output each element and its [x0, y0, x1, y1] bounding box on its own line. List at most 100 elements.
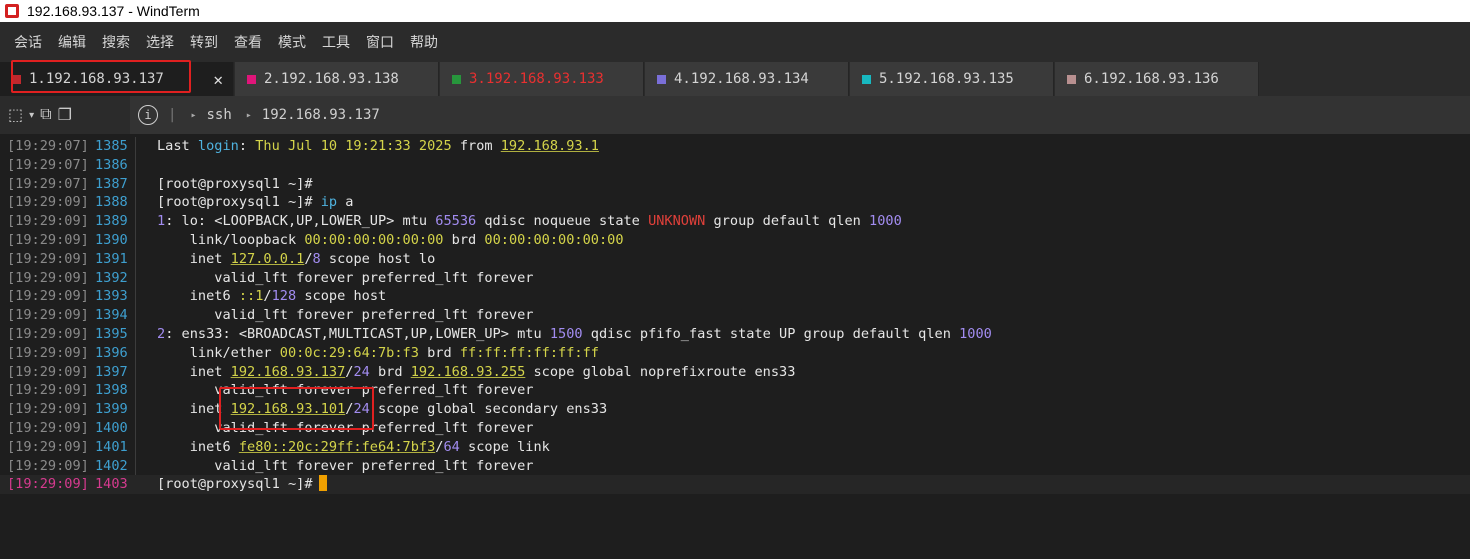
gutter-divider [135, 137, 136, 475]
menu-item-9[interactable]: 帮助 [402, 32, 446, 52]
terminal-line: [19:29:07] 1385 Last login: Thu Jul 10 19:… [0, 137, 1470, 156]
chevron-right-icon: ▸ [190, 109, 197, 121]
duplicate-icon[interactable]: ⧉ [40, 106, 51, 124]
path-protocol[interactable]: ssh [206, 107, 231, 123]
tab-label: 3.192.168.93.133 [469, 71, 604, 87]
line-timestamp: [19:29:09] [7, 476, 89, 493]
line-number: 1396 [95, 344, 128, 361]
line-timestamp: [19:29:09] [7, 420, 89, 436]
terminal-line: [19:29:07] 1386 [0, 156, 1470, 175]
title-bar: 192.168.93.137 - WindTerm [0, 0, 1470, 22]
line-text: link/loopback 00:00:00:00:00:00 brd 00:0… [157, 232, 624, 248]
line-text: valid_lft forever preferred_lft forever [157, 269, 534, 286]
tab-label: 4.192.168.93.134 [674, 71, 809, 87]
menu-item-1[interactable]: 编辑 [50, 32, 94, 52]
line-text: [root@proxysql1 ~]# ip a [157, 194, 354, 211]
line-number: 1395 [95, 326, 128, 342]
copy-session-icon[interactable]: ❐ [58, 105, 72, 125]
terminal-line: [19:29:09] 1397 inet 192.168.93.137/24 br… [0, 363, 1470, 382]
menu-item-4[interactable]: 转到 [182, 32, 226, 52]
line-timestamp: [19:29:09] [7, 438, 89, 455]
tab-color-swatch [247, 74, 256, 84]
line-number: 1397 [95, 363, 128, 380]
line-timestamp: [19:29:09] [7, 326, 89, 342]
line-timestamp: [19:29:09] [7, 288, 89, 305]
line-text: valid_lft forever preferred_lft forever [157, 457, 534, 474]
tab-session-2[interactable]: 2.192.168.93.138 [235, 62, 439, 96]
line-text: Last login: Thu Jul 10 19:21:33 2025 fro… [157, 138, 599, 154]
terminal-line: [19:29:07] 1387 [root@proxysql1 ~]# [0, 175, 1470, 194]
toolbar-icons: ⬚ ▾ ⧉ ❐ [0, 96, 130, 134]
line-number: 1393 [95, 288, 128, 305]
line-number: 1403 [95, 476, 128, 493]
window-title: 192.168.93.137 - WindTerm [27, 3, 200, 19]
windterm-logo-icon [5, 4, 19, 18]
line-text: [root@proxysql1 ~]# [157, 475, 327, 494]
terminal-line: [19:29:09] 1393 inet6 ::1/128 scope host [0, 287, 1470, 306]
info-icon[interactable]: i [138, 105, 158, 125]
tab-bar: 1.192.168.93.137 ✕ 2.192.168.93.138 3.192.1… [0, 62, 1470, 96]
path-host[interactable]: 192.168.93.137 [262, 107, 380, 123]
tab-color-swatch [862, 74, 871, 84]
line-text: 1: lo: <LOOPBACK,UP,LOWER_UP> mtu 65536 … [157, 213, 902, 230]
line-timestamp: [19:29:09] [7, 269, 89, 286]
line-text: link/ether 00:0c:29:64:7b:f3 brd ff:ff:f… [157, 344, 599, 361]
terminal-cursor [318, 475, 327, 492]
line-text: inet 127.0.0.1/8 scope host lo [157, 250, 436, 267]
terminal-line: [19:29:09] 1396 link/ether 00:0c:29:64:7b… [0, 344, 1470, 363]
tab-color-swatch [452, 74, 461, 84]
tab-color-swatch [657, 74, 666, 84]
menu-item-6[interactable]: 模式 [270, 32, 314, 52]
terminal-line: [19:29:09] 1388 [root@proxysql1 ~]# ip a [0, 193, 1470, 212]
line-number: 1400 [95, 420, 128, 436]
tab-session-6[interactable]: 6.192.168.93.136 [1055, 62, 1259, 96]
menu-item-5[interactable]: 查看 [226, 32, 270, 52]
tab-session-4[interactable]: 4.192.168.93.134 [645, 62, 849, 96]
line-text: inet 192.168.93.137/24 brd 192.168.93.25… [157, 363, 796, 380]
terminal-line: [19:29:09] 1390 link/loopback 00:00:00:00… [0, 231, 1470, 250]
menu-item-8[interactable]: 窗口 [358, 32, 402, 52]
line-number: 1399 [95, 401, 128, 418]
terminal-line: [19:29:09] 1389 1: lo: <LOOPBACK,UP,LOWER_… [0, 212, 1470, 231]
line-number: 1390 [95, 232, 128, 248]
terminal-line: [19:29:09] 1392 valid_lft forever preferr… [0, 269, 1470, 288]
secondary-ip-annotation-box [219, 387, 374, 430]
menu-item-2[interactable]: 搜索 [94, 32, 138, 52]
line-number: 1387 [95, 175, 128, 192]
line-timestamp: [19:29:09] [7, 457, 89, 474]
dropdown-icon[interactable]: ▾ [29, 110, 34, 121]
menu-item-7[interactable]: 工具 [314, 32, 358, 52]
tab-label: 5.192.168.93.135 [879, 71, 1014, 87]
line-timestamp: [19:29:09] [7, 194, 89, 211]
line-number: 1402 [95, 457, 128, 474]
line-number: 1394 [95, 307, 128, 324]
line-timestamp: [19:29:09] [7, 232, 89, 248]
line-number: 1389 [95, 213, 128, 230]
line-text: [root@proxysql1 ~]# [157, 175, 313, 192]
line-timestamp: [19:29:09] [7, 382, 89, 399]
line-number: 1391 [95, 250, 128, 267]
menu-item-0[interactable]: 会话 [6, 32, 50, 52]
line-number: 1392 [95, 269, 128, 286]
menu-item-3[interactable]: 选择 [138, 32, 182, 52]
chevron-right-icon: ▸ [245, 109, 252, 121]
terminal-output[interactable]: [19:29:07] 1385 Last login: Thu Jul 10 19:… [0, 134, 1470, 559]
line-timestamp: [19:29:07] [7, 156, 89, 173]
line-timestamp: [19:29:09] [7, 307, 89, 324]
tab-color-swatch [1067, 74, 1076, 84]
line-number: 1388 [95, 194, 128, 211]
line-number: 1398 [95, 382, 128, 399]
terminal-line: [19:29:09] 1401 inet6 fe80::20c:29ff:fe64… [0, 438, 1470, 457]
active-tab-annotation-box [11, 60, 191, 93]
line-timestamp: [19:29:09] [7, 363, 89, 380]
tab-session-5[interactable]: 5.192.168.93.135 [850, 62, 1054, 96]
new-tab-icon[interactable]: ⬚ [8, 105, 23, 125]
separator: | [168, 107, 177, 123]
tab-label: 2.192.168.93.138 [264, 71, 399, 87]
terminal-line: [19:29:09] 1391 inet 127.0.0.1/8 scope ho… [0, 250, 1470, 269]
terminal-line: [19:29:09] 1403 [root@proxysql1 ~]# [0, 475, 1470, 495]
close-tab-icon[interactable]: ✕ [213, 70, 223, 89]
line-timestamp: [19:29:07] [7, 175, 89, 192]
line-number: 1386 [95, 156, 128, 173]
tab-session-3[interactable]: 3.192.168.93.133 [440, 62, 644, 96]
